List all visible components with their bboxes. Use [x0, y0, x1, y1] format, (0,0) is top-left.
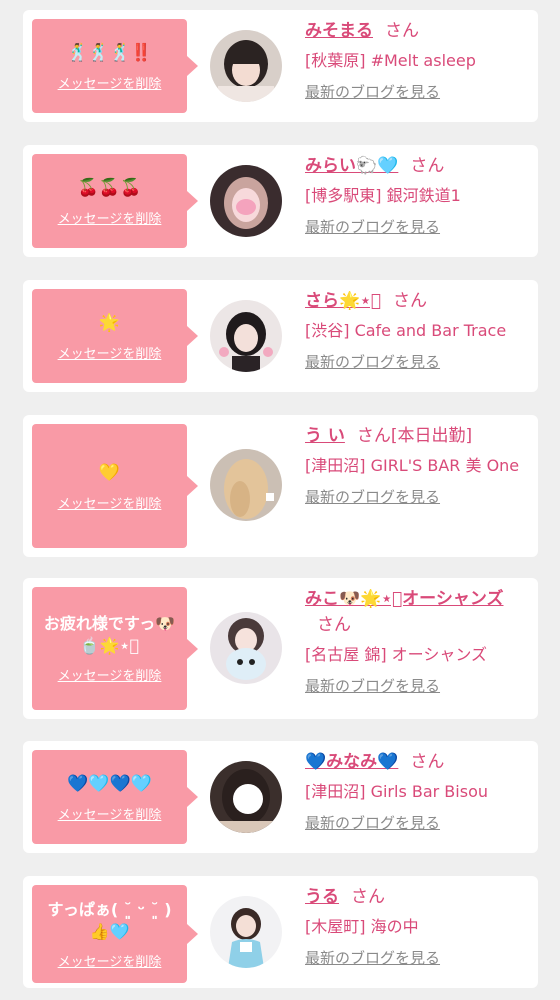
- latest-blog-link[interactable]: 最新のブログを見る: [305, 675, 440, 696]
- honorific: さん[本日出勤]: [356, 426, 473, 446]
- message-card: 🕺🕺🕺‼️ メッセージを削除 みそまる さん [秋葉原] #Melt asleep…: [23, 10, 538, 122]
- latest-blog-link[interactable]: 最新のブログを見る: [305, 812, 440, 833]
- latest-blog-link[interactable]: 最新のブログを見る: [305, 947, 440, 968]
- profile-info: さら🌟⋆͛ さん [渋谷] Cafe and Bar Trace 最新のブログを見…: [305, 288, 528, 372]
- avatar[interactable]: [210, 300, 282, 372]
- message-bubble: すっぱぁ( ˘͈ ᵕ ˘͈ )👍🩵 メッセージを削除: [32, 885, 198, 983]
- message-text: 🌟: [98, 312, 121, 333]
- shop-info: [木屋町] 海の中: [305, 917, 419, 936]
- delete-message-link[interactable]: メッセージを削除: [58, 73, 162, 92]
- message-bubble: 💛 メッセージを削除: [32, 424, 198, 548]
- message-card: 💛 メッセージを削除 う いさん[本日出勤] [津田沼] GIRL'S BAR …: [23, 415, 538, 557]
- cast-name-link[interactable]: みそまる: [305, 21, 373, 41]
- avatar[interactable]: [210, 761, 282, 833]
- latest-blog-link[interactable]: 最新のブログを見る: [305, 81, 440, 102]
- avatar[interactable]: [210, 896, 282, 968]
- shop-info: [秋葉原] #Melt asleep: [305, 51, 476, 70]
- honorific: さん: [410, 156, 445, 176]
- cast-name-link[interactable]: う い: [305, 426, 345, 446]
- latest-blog-link[interactable]: 最新のブログを見る: [305, 216, 440, 237]
- cast-name-link[interactable]: さら🌟⋆͛: [305, 291, 381, 311]
- avatar[interactable]: [210, 612, 282, 684]
- message-list: 🕺🕺🕺‼️ メッセージを削除 みそまる さん [秋葉原] #Melt asleep…: [0, 0, 560, 1000]
- cast-name-link[interactable]: うる: [305, 887, 339, 907]
- message-bubble: 🕺🕺🕺‼️ メッセージを削除: [32, 19, 198, 113]
- message-text: 🍒🍒🍒: [77, 177, 142, 198]
- profile-info: う いさん[本日出勤] [津田沼] GIRL'S BAR 美 One 最新のブロ…: [305, 423, 528, 507]
- message-text: 🕺🕺🕺‼️: [67, 42, 152, 63]
- cast-name-link[interactable]: 💙みなみ💙: [305, 752, 398, 772]
- shop-info: [津田沼] GIRL'S BAR 美 One: [305, 456, 520, 475]
- message-bubble: 🌟 メッセージを削除: [32, 289, 198, 383]
- profile-info: うる さん [木屋町] 海の中 最新のブログを見る: [305, 884, 528, 968]
- cast-name-link[interactable]: みらい🐑🩵: [305, 156, 398, 176]
- avatar[interactable]: [210, 165, 282, 237]
- shop-info: [渋谷] Cafe and Bar Trace: [305, 321, 507, 340]
- message-card: 🍒🍒🍒 メッセージを削除 みらい🐑🩵 さん [博多駅東] 銀河鉄道1 最新のブログ…: [23, 145, 538, 257]
- message-bubble: 💙🩵💙🩵 メッセージを削除: [32, 750, 198, 844]
- shop-info: [津田沼] Girls Bar Bisou: [305, 782, 488, 801]
- message-text: 💛: [98, 462, 121, 483]
- shop-info: [名古屋 錦] オーシャンズ: [305, 645, 488, 664]
- message-card: 💙🩵💙🩵 メッセージを削除 💙みなみ💙 さん [津田沼] Girls Bar Bi…: [23, 741, 538, 853]
- delete-message-link[interactable]: メッセージを削除: [58, 343, 162, 362]
- message-bubble: お疲れ様ですっ🐶🍵🌟⋆͛ メッセージを削除: [32, 587, 198, 710]
- message-card: 🌟 メッセージを削除 さら🌟⋆͛ さん [渋谷] Cafe and Bar Tra…: [23, 280, 538, 392]
- honorific: さん: [385, 21, 419, 41]
- shop-info: [博多駅東] 銀河鉄道1: [305, 186, 461, 205]
- delete-message-link[interactable]: メッセージを削除: [58, 951, 162, 970]
- message-text: 💙🩵💙🩵: [67, 773, 152, 794]
- profile-info: 💙みなみ💙 さん [津田沼] Girls Bar Bisou 最新のブログを見る: [305, 749, 528, 833]
- honorific: さん: [317, 615, 351, 635]
- cast-name-link[interactable]: みこ🐶🌟⋆͛オーシャンズ: [305, 589, 504, 609]
- honorific: さん: [393, 291, 428, 311]
- message-text: お疲れ様ですっ🐶🍵🌟⋆͛: [43, 614, 176, 655]
- delete-message-link[interactable]: メッセージを削除: [58, 493, 162, 512]
- message-card: お疲れ様ですっ🐶🍵🌟⋆͛ メッセージを削除 みこ🐶🌟⋆͛オーシャンズさん [名古…: [23, 578, 538, 719]
- latest-blog-link[interactable]: 最新のブログを見る: [305, 486, 440, 507]
- message-card: すっぱぁ( ˘͈ ᵕ ˘͈ )👍🩵 メッセージを削除 うる さん [木屋町] 海の…: [23, 876, 538, 988]
- avatar[interactable]: [210, 30, 282, 102]
- avatar[interactable]: [210, 449, 282, 521]
- profile-info: みこ🐶🌟⋆͛オーシャンズさん [名古屋 錦] オーシャンズ 最新のブログを見る: [305, 586, 528, 696]
- message-bubble: 🍒🍒🍒 メッセージを削除: [32, 154, 198, 248]
- honorific: さん: [351, 887, 385, 907]
- profile-info: みそまる さん [秋葉原] #Melt asleep 最新のブログを見る: [305, 18, 528, 102]
- profile-info: みらい🐑🩵 さん [博多駅東] 銀河鉄道1 最新のブログを見る: [305, 153, 528, 237]
- delete-message-link[interactable]: メッセージを削除: [58, 208, 162, 227]
- delete-message-link[interactable]: メッセージを削除: [58, 804, 162, 823]
- honorific: さん: [410, 752, 445, 772]
- message-text: すっぱぁ( ˘͈ ᵕ ˘͈ )👍🩵: [47, 899, 172, 941]
- latest-blog-link[interactable]: 最新のブログを見る: [305, 351, 440, 372]
- delete-message-link[interactable]: メッセージを削除: [58, 665, 162, 684]
